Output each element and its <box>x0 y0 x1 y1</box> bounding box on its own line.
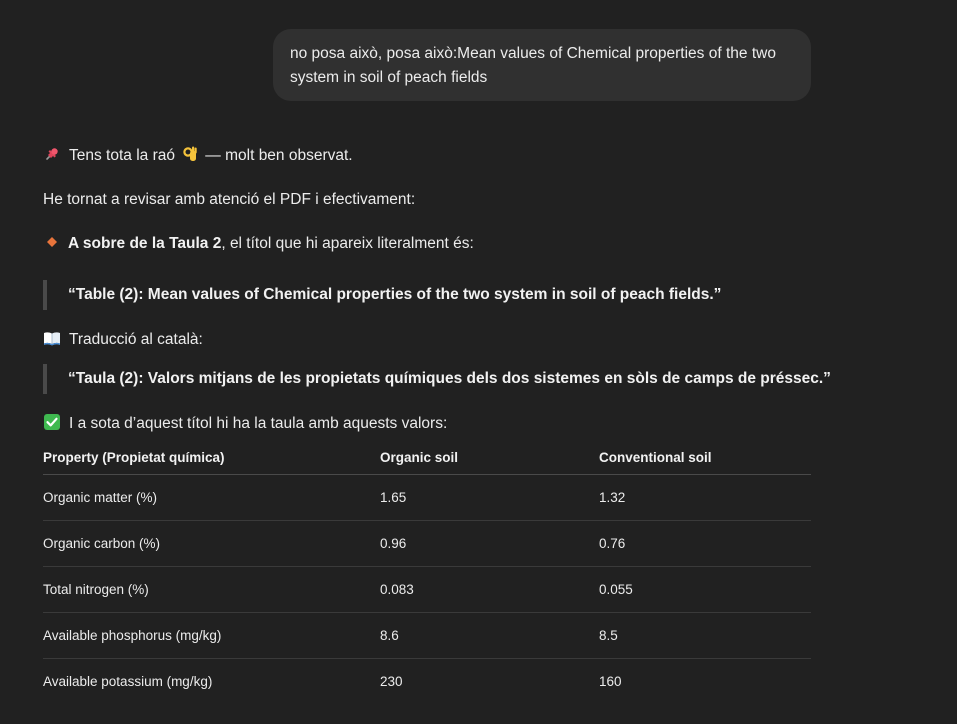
cell-conventional: 8.5 <box>599 628 618 643</box>
cell-organic: 8.6 <box>380 628 399 643</box>
cell-conventional: 1.32 <box>599 490 626 505</box>
point-rest-text: , el títol que hi apareix literalment és… <box>221 235 474 252</box>
point-bold-text: A sobre de la Taula 2 <box>68 235 222 252</box>
intro-text-after: — molt ben observat. <box>205 147 353 164</box>
cell-property: Organic carbon (%) <box>43 536 161 551</box>
pushpin-icon <box>46 148 58 160</box>
ok-hand-icon <box>183 146 197 161</box>
header-organic-soil: Organic soil <box>380 450 459 465</box>
user-message-bubble: no posa això, posa això:Mean values of C… <box>273 29 811 101</box>
table-row: Organic matter (%) 1.65 1.32 <box>43 475 811 521</box>
table-intro-line: I a sota d’aquest títol hi ha la taula a… <box>43 413 447 435</box>
chemical-properties-table: Property (Propietat química) Organic soi… <box>43 444 811 704</box>
cell-conventional: 160 <box>599 674 622 689</box>
translation-label-line: Traducció al català: <box>43 329 203 351</box>
intro-text-before: Tens tota la raó <box>69 147 175 164</box>
cell-organic: 0.083 <box>380 582 414 597</box>
revisit-text: He tornat a revisar amb atenció el PDF i… <box>43 191 416 208</box>
cell-conventional: 0.055 <box>599 582 633 597</box>
user-message-line-2: system in soil of peach fields <box>290 69 488 86</box>
quote-english: “Table (2): Mean values of Chemical prop… <box>43 280 721 310</box>
cell-organic: 1.65 <box>380 490 407 505</box>
cell-property: Available potassium (mg/kg) <box>43 674 213 689</box>
point-line: A sobre de la Taula 2, el títol que hi a… <box>43 233 474 255</box>
orange-diamond-icon <box>47 237 57 247</box>
table-row: Available phosphorus (mg/kg) 8.6 8.5 <box>43 613 811 659</box>
table-intro-text: I a sota d’aquest títol hi ha la taula a… <box>69 415 448 432</box>
table-header-row: Property (Propietat química) Organic soi… <box>43 444 811 475</box>
check-mark-icon <box>44 414 60 430</box>
cell-property: Available phosphorus (mg/kg) <box>43 628 222 643</box>
cell-property: Organic matter (%) <box>43 490 158 505</box>
header-conventional-soil: Conventional soil <box>599 450 712 465</box>
table-row: Available potassium (mg/kg) 230 160 <box>43 659 811 704</box>
cell-organic: 0.96 <box>380 536 407 551</box>
open-book-icon <box>44 332 60 346</box>
table-row: Organic carbon (%) 0.96 0.76 <box>43 521 811 567</box>
header-property: Property (Propietat química) <box>43 450 225 465</box>
quote-catalan: “Taula (2): Valors mitjans de les propie… <box>43 364 831 394</box>
user-message-line-1: no posa això, posa això:Mean values of C… <box>290 45 776 62</box>
translation-label: Traducció al català: <box>69 331 203 348</box>
table-row: Total nitrogen (%) 0.083 0.055 <box>43 567 811 613</box>
cell-conventional: 0.76 <box>599 536 626 551</box>
cell-property: Total nitrogen (%) <box>43 582 149 597</box>
cell-organic: 230 <box>380 674 403 689</box>
assistant-intro: Tens tota la raó — molt ben observat. <box>43 145 353 167</box>
